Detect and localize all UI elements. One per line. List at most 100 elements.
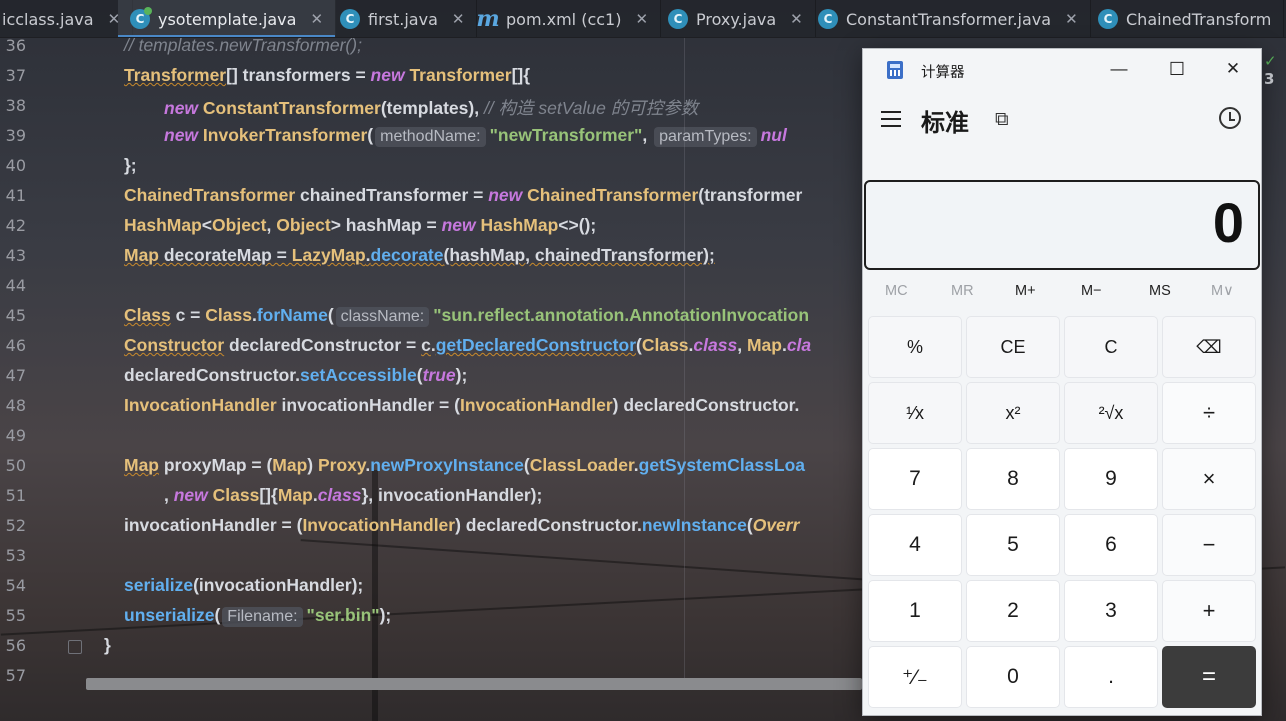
negate-key[interactable]: ⁺⁄₋ (868, 646, 962, 708)
code-token: ConstantTransformer (202, 98, 381, 118)
line-number: 36 (5, 36, 26, 55)
divide-key[interactable]: ÷ (1162, 382, 1256, 444)
code-token: InvocationHandler (302, 515, 456, 535)
tab-2[interactable]: Cfirst.java ✕ (328, 0, 478, 37)
fold-marker-icon[interactable] (68, 640, 82, 654)
code-editor[interactable]: 36 37 38 39 40 41 42 43 44 45 46 47 48 49 50 51 52 53 54 55… (0, 35, 862, 721)
line-number: 42 (5, 216, 26, 235)
calculator-titlebar[interactable]: 计算器 — ☐ ✕ (863, 49, 1261, 89)
code-token: HashMap (124, 215, 202, 235)
line-number: 57 (5, 666, 26, 685)
code-line[interactable]: new ConstantTransformer(templates), // 构… (164, 95, 698, 120)
code-token: , (266, 215, 277, 235)
tab-label: pom.xml (cc1) (506, 9, 622, 29)
code-line[interactable]: } (104, 635, 111, 656)
code-token: c (421, 335, 431, 355)
digit-8-key[interactable]: 8 (966, 448, 1060, 510)
reciprocal-key[interactable]: ¹⁄x (868, 382, 962, 444)
code-line[interactable]: , new Class[]{Map.class}, invocationHand… (164, 485, 542, 506)
equals-key[interactable]: = (1162, 646, 1256, 708)
code-line[interactable]: }; (124, 155, 137, 176)
code-line[interactable]: serialize(invocationHandler); (124, 575, 363, 596)
maximize-button[interactable]: ☐ (1157, 55, 1197, 83)
digit-0-key[interactable]: 0 (966, 646, 1060, 708)
close-tab-icon[interactable]: ✕ (452, 10, 465, 28)
code-line[interactable]: unserialize(Filename: "ser.bin"); (124, 605, 391, 627)
code-line[interactable]: new InvokerTransformer(methodName: "newTr… (164, 125, 787, 147)
code-line[interactable]: InvocationHandler invocationHandler = (I… (124, 395, 799, 416)
tab-label: Proxy.java (696, 9, 777, 29)
calculator-mode-title: 标准 (921, 110, 969, 137)
close-tab-icon[interactable]: ✕ (790, 10, 803, 28)
line-number: 39 (5, 126, 26, 145)
digit-3-key[interactable]: 3 (1064, 580, 1158, 642)
history-icon[interactable] (1219, 107, 1241, 129)
line-number: 51 (5, 486, 26, 505)
code-token: forName (256, 305, 328, 325)
digit-1-key[interactable]: 1 (868, 580, 962, 642)
code-line[interactable]: Constructor declaredConstructor = c.getD… (124, 335, 811, 356)
tab-5[interactable]: C ConstantTransformer.java ✕ (806, 0, 1091, 37)
editor-tab-bar: icclass.java ✕ Cysotemplate.java ✕ Cfirst.ja… (0, 0, 1286, 38)
digit-6-key[interactable]: 6 (1064, 514, 1158, 576)
code-token: (templates), (380, 98, 484, 118)
backspace-key[interactable]: ⌫ (1162, 316, 1256, 378)
keep-on-top-icon[interactable]: ⧉ (995, 109, 1009, 131)
tab-6[interactable]: C ChainedTransform (1086, 0, 1285, 37)
tab-3[interactable]: m pom.xml (cc1) ✕ (466, 0, 662, 37)
code-token: nul (760, 125, 787, 145)
code-line[interactable]: Class c = Class.forName(className: "sun.r… (124, 305, 809, 327)
tab-label: icclass.java (2, 9, 94, 29)
memory-button-0[interactable]: MC (885, 283, 908, 299)
line-number: 50 (5, 456, 26, 475)
code-token: Map (124, 245, 159, 265)
memory-button-2[interactable]: M+ (1015, 283, 1036, 299)
code-token: class (317, 485, 362, 505)
subtract-key[interactable]: − (1162, 514, 1256, 576)
digit-7-key[interactable]: 7 (868, 448, 962, 510)
code-token: "sun.reflect.annotation.AnnotationInvoca… (433, 305, 810, 325)
line-number: 54 (5, 576, 26, 595)
code-token: > hashMap = (330, 215, 442, 235)
memory-button-1[interactable]: MR (951, 283, 974, 299)
memory-button-3[interactable]: M− (1081, 283, 1102, 299)
code-line[interactable]: HashMap<Object, Object> hashMap = new Ha… (124, 215, 596, 236)
code-line[interactable]: Transformer[] transformers = new Transfo… (124, 65, 530, 86)
code-line[interactable]: Map proxyMap = (Map) Proxy.newProxyInsta… (124, 455, 805, 476)
tab-4[interactable]: C Proxy.java ✕ (656, 0, 816, 37)
code-line[interactable]: Map decorateMap = LazyMap.decorate(hashM… (124, 245, 715, 266)
close-tab-icon[interactable]: ✕ (310, 10, 323, 28)
memory-button-5[interactable]: M∨ (1211, 283, 1234, 299)
memory-button-4[interactable]: MS (1149, 283, 1171, 299)
decimal-key[interactable]: . (1064, 646, 1158, 708)
code-token: , (164, 485, 174, 505)
digit-4-key[interactable]: 4 (868, 514, 962, 576)
minimize-button[interactable]: — (1099, 55, 1139, 83)
inspection-badge[interactable]: ✓ 3 (1264, 52, 1286, 88)
code-line[interactable]: declaredConstructor.setAccessible(true); (124, 365, 467, 386)
digit-2-key[interactable]: 2 (966, 580, 1060, 642)
line-number: 46 (5, 336, 26, 355)
add-key[interactable]: + (1162, 580, 1256, 642)
clear-key[interactable]: C (1064, 316, 1158, 378)
close-button[interactable]: ✕ (1213, 55, 1253, 83)
code-token: ChainedTransformer (124, 185, 296, 205)
percent-key[interactable]: % (868, 316, 962, 378)
hamburger-menu-icon[interactable] (881, 111, 901, 127)
close-tab-icon[interactable]: ✕ (1065, 10, 1078, 28)
digit-5-key[interactable]: 5 (966, 514, 1060, 576)
code-line[interactable]: invocationHandler = (InvocationHandler) … (124, 515, 799, 536)
code-line[interactable]: ChainedTransformer chainedTransformer = … (124, 185, 802, 206)
tab-0[interactable]: icclass.java ✕ (0, 0, 134, 37)
code-token: declaredConstructor. (124, 365, 301, 385)
close-tab-icon[interactable]: ✕ (635, 10, 648, 28)
clear-entry-key[interactable]: CE (966, 316, 1060, 378)
square-key[interactable]: x² (966, 382, 1060, 444)
digit-9-key[interactable]: 9 (1064, 448, 1158, 510)
code-line[interactable]: // templates.newTransformer(); (124, 35, 362, 56)
horizontal-scrollbar[interactable] (86, 678, 862, 690)
square-root-key[interactable]: ²√x (1064, 382, 1158, 444)
tab-1[interactable]: Cysotemplate.java ✕ (118, 0, 337, 37)
code-token: (invocationHandler); (193, 575, 364, 595)
multiply-key[interactable]: × (1162, 448, 1256, 510)
